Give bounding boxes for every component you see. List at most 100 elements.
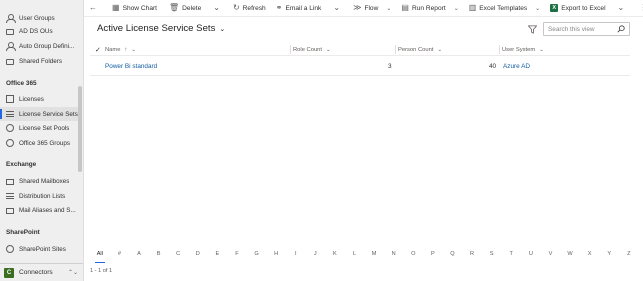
table-row[interactable]: Power Bi standard 3 40 Azure AD xyxy=(90,57,630,76)
back-button[interactable]: ← xyxy=(84,0,105,17)
column-header-person-count[interactable]: Person Count ⌄ xyxy=(398,43,442,56)
jump-bar-letter[interactable]: U xyxy=(521,251,541,261)
delete-button[interactable]: 🗑 Delete xyxy=(164,0,206,17)
jump-bar-letter[interactable]: All xyxy=(90,251,110,263)
column-header-user-system[interactable]: User System ⌄ xyxy=(502,43,544,56)
column-label: Name xyxy=(105,46,121,53)
jump-bar-letter[interactable]: # xyxy=(110,251,130,261)
area-switcher[interactable]: C Connectors ⌃⌄ xyxy=(0,263,83,281)
column-divider[interactable] xyxy=(499,45,500,54)
sidebar-item-user-groups[interactable]: User Groups xyxy=(0,11,78,25)
delete-label: Delete xyxy=(182,4,202,12)
jump-bar-letter[interactable]: G xyxy=(247,251,267,261)
sidebar-item-distribution-lists[interactable]: Distribution Lists xyxy=(0,189,78,203)
column-divider[interactable] xyxy=(395,45,396,54)
refresh-button[interactable]: ↻ Refresh xyxy=(228,0,271,17)
sidebar-group-exchange: Exchange xyxy=(6,161,37,168)
sidebar-item-shared-folders[interactable]: Shared Folders xyxy=(0,54,78,68)
jump-bar-letter[interactable]: C xyxy=(168,251,188,261)
export-menu-button[interactable]: ⌄ xyxy=(613,0,633,17)
jump-bar-letter[interactable]: A xyxy=(129,251,149,261)
jump-bar-letter[interactable]: D xyxy=(188,251,208,261)
column-divider[interactable] xyxy=(290,45,291,54)
command-bar: ← ▦ Show Chart 🗑 Delete ⌄ ↻ Refresh ⚭ Em… xyxy=(84,0,643,17)
run-report-label: Run Report xyxy=(411,4,446,12)
show-chart-button[interactable]: ▦ Show Chart xyxy=(107,0,162,17)
area-label: Connectors xyxy=(19,269,53,276)
column-header-name[interactable]: Name ↑ ⌄ xyxy=(105,43,136,56)
sidebar-item-ad-ds-ous[interactable]: AD DS OUs xyxy=(0,24,78,38)
search-input[interactable] xyxy=(548,25,616,33)
service-set-icon xyxy=(6,111,14,117)
jump-bar-letter[interactable]: P xyxy=(423,251,443,261)
jump-bar-letter[interactable]: E xyxy=(208,251,228,261)
jump-bar-letter[interactable]: H xyxy=(266,251,286,261)
groups-icon xyxy=(6,139,14,147)
jump-bar-letter[interactable]: Y xyxy=(599,251,619,261)
sidebar-group-sharepoint: SharePoint xyxy=(6,229,40,236)
cell-role-count: 3 xyxy=(388,63,392,70)
sidebar-item-label: Auto Group Defini... xyxy=(19,42,75,50)
jump-bar-letter[interactable]: R xyxy=(462,251,482,261)
trash-icon: 🗑 xyxy=(169,3,180,12)
jump-bar-letter[interactable]: S xyxy=(482,251,502,261)
refresh-icon: ↻ xyxy=(232,3,240,12)
delete-menu-button[interactable]: ⌄ xyxy=(208,0,228,17)
jump-bar-letter[interactable]: Z xyxy=(619,251,639,261)
jump-bar-letter[interactable]: M xyxy=(364,251,384,261)
column-header-role-count[interactable]: Role Count ⌄ xyxy=(293,43,331,56)
sidebar-item-licenses[interactable]: Licenses xyxy=(0,92,78,106)
chevron-down-icon: ⌄ xyxy=(539,46,544,53)
export-excel-label: Export to Excel xyxy=(561,4,606,12)
jump-bar-letter[interactable]: L xyxy=(345,251,365,261)
jump-bar-letter[interactable]: J xyxy=(306,251,326,261)
sort-ascending-icon: ↑ xyxy=(124,46,128,53)
jump-bar-letter[interactable]: W xyxy=(560,251,580,261)
pager-status: 1 - 1 of 1 xyxy=(90,268,113,274)
jump-bar-letter[interactable]: X xyxy=(580,251,600,261)
run-report-button[interactable]: ▤ Run Report ⌄ xyxy=(396,0,463,17)
jump-bar-letter[interactable]: V xyxy=(541,251,561,261)
chevron-down-icon: ⌄ xyxy=(535,5,541,12)
more-commands-button[interactable]: ⋮ xyxy=(634,0,643,17)
sidebar-item-auto-group-definitions[interactable]: Auto Group Defini... xyxy=(0,39,78,53)
folder-icon xyxy=(6,29,14,35)
jump-bar-letter[interactable]: N xyxy=(384,251,404,261)
filter-icon[interactable] xyxy=(528,25,537,34)
jump-bar-letter[interactable]: O xyxy=(404,251,424,261)
chevron-down-icon: ⌄ xyxy=(131,46,136,53)
sidebar-item-office365-groups[interactable]: Office 365 Groups xyxy=(0,136,78,150)
export-excel-button[interactable]: X Export to Excel xyxy=(545,0,610,17)
search-field[interactable] xyxy=(543,22,630,36)
select-all-checkmark-icon[interactable]: ✓ xyxy=(95,46,101,54)
sidebar-item-license-set-pools[interactable]: License Set Pools xyxy=(0,121,78,135)
email-link-button[interactable]: ⚭ Email a Link xyxy=(271,0,327,17)
sidebar-item-shared-mailboxes[interactable]: Shared Mailboxes xyxy=(0,174,78,188)
jump-bar-letter[interactable]: F xyxy=(227,251,247,261)
excel-template-icon: ▥ xyxy=(468,3,477,12)
column-label: Role Count xyxy=(293,46,323,53)
sidebar-scrollbar[interactable] xyxy=(78,86,82,172)
sidebar-item-sharepoint-sites[interactable]: SharePoint Sites xyxy=(0,242,78,256)
sidebar-item-license-service-sets[interactable]: License Service Sets xyxy=(0,107,78,121)
jump-bar-letter[interactable]: Q xyxy=(443,251,463,261)
sidebar-item-label: License Service Sets xyxy=(19,110,78,118)
email-link-menu-button[interactable]: ⌄ xyxy=(328,0,348,17)
sidebar-item-label: SharePoint Sites xyxy=(19,245,66,253)
search-icon[interactable] xyxy=(617,25,625,33)
sidebar-item-label: Distribution Lists xyxy=(19,192,66,200)
jump-bar-letter[interactable]: T xyxy=(501,251,521,261)
view-selector[interactable]: Active License Service Sets ⌄ xyxy=(97,23,225,34)
cell-user-system[interactable]: Azure AD xyxy=(503,57,530,76)
jump-bar-letter[interactable]: K xyxy=(325,251,345,261)
sidebar-item-mail-aliases[interactable]: Mail Aliases and S... xyxy=(0,203,78,217)
flow-button[interactable]: ≫ Flow ⌄ xyxy=(348,0,396,17)
cell-name[interactable]: Power Bi standard xyxy=(105,57,157,76)
sidebar-item-label: Office 365 Groups xyxy=(19,139,70,147)
mailbox-icon xyxy=(6,178,14,185)
excel-templates-button[interactable]: ▥ Excel Templates ⌄ xyxy=(464,0,545,17)
jump-bar-letter[interactable]: I xyxy=(286,251,306,261)
sharepoint-icon xyxy=(6,245,14,253)
jump-bar-letter[interactable]: B xyxy=(149,251,169,261)
chevron-down-icon: ⌄ xyxy=(326,46,331,53)
